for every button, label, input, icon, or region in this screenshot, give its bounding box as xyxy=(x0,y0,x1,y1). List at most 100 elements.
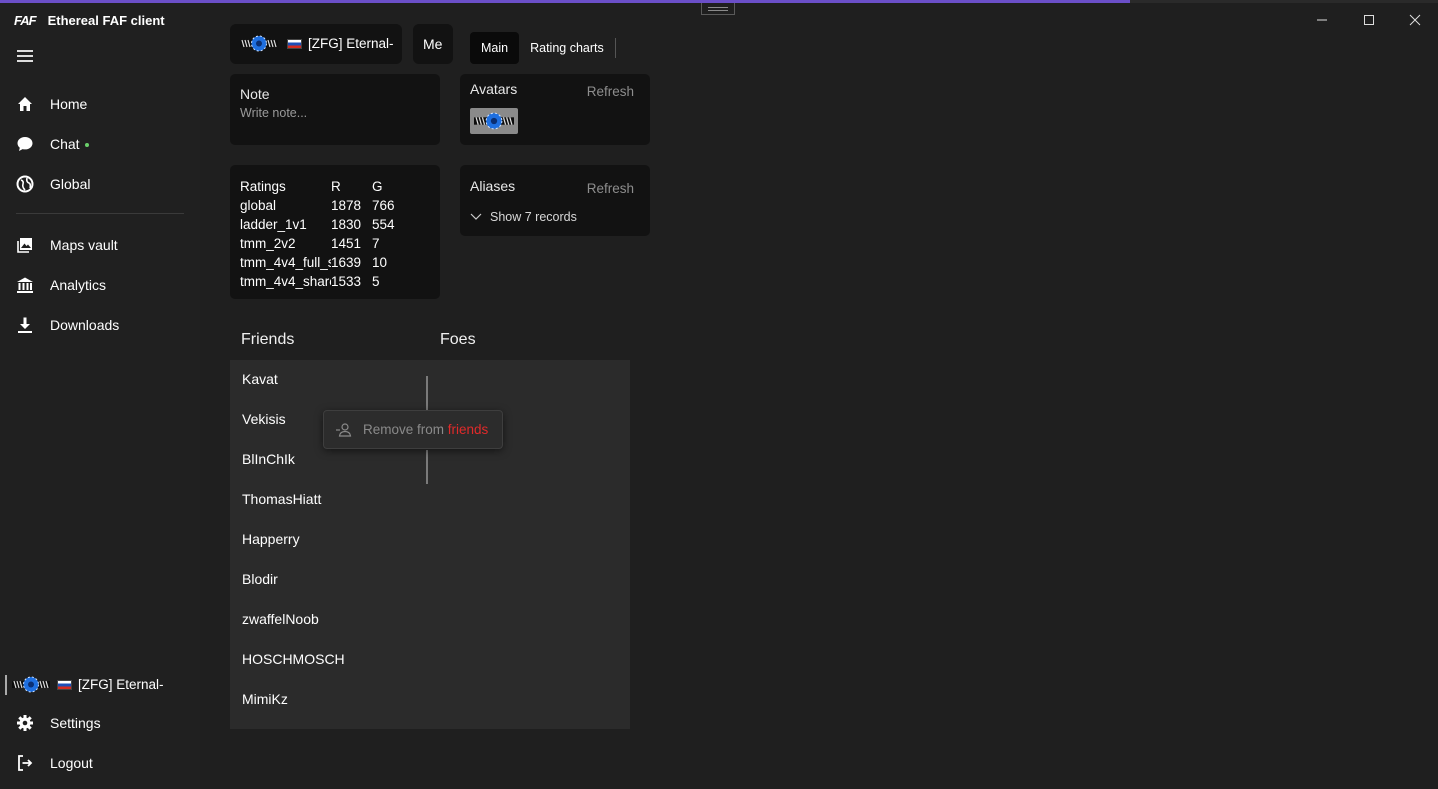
rating-value: 1533 xyxy=(331,274,362,289)
rating-r-header: R xyxy=(331,179,341,194)
list-item[interactable]: MimiKz xyxy=(242,691,288,707)
player-avatar-icon xyxy=(12,676,50,693)
russia-flag-icon xyxy=(57,680,72,690)
sidebar-item-downloads[interactable]: Downloads xyxy=(0,307,200,343)
note-input[interactable] xyxy=(240,106,420,120)
player-name: [ZFG] Eternal- xyxy=(308,36,394,51)
games-count: 10 xyxy=(372,255,388,270)
chat-icon xyxy=(16,135,34,153)
sidebar-current-user[interactable]: [ZFG] Eternal- xyxy=(0,671,200,699)
games-count: 554 xyxy=(372,217,395,232)
remove-from-friends-button[interactable]: Remove from friends xyxy=(363,422,488,437)
show-records-toggle[interactable]: Show 7 records xyxy=(470,210,577,224)
list-item[interactable]: HOSCHMOSCH xyxy=(242,651,345,667)
sidebar-item-chat[interactable]: Chat xyxy=(0,126,200,162)
note-title: Note xyxy=(240,86,270,102)
tab-rating-charts[interactable]: Rating charts xyxy=(519,32,615,64)
globe-icon xyxy=(16,175,34,193)
list-item[interactable]: Happerry xyxy=(242,531,300,547)
list-item[interactable]: Kavat xyxy=(242,371,278,387)
gear-icon xyxy=(16,714,34,732)
table-row: global 1878 766 xyxy=(240,196,412,215)
panel-divider xyxy=(426,376,428,410)
list-item[interactable]: ThomasHiatt xyxy=(242,491,321,507)
sidebar-item-label: Logout xyxy=(50,755,93,771)
maximize-icon[interactable] xyxy=(1357,8,1381,32)
rating-type: ladder_1v1 xyxy=(240,217,307,232)
drag-handle-icon[interactable] xyxy=(701,3,735,15)
sidebar: FAF Ethereal FAF client Home Chat Global… xyxy=(0,3,200,789)
me-label: Me xyxy=(423,36,443,52)
context-menu-highlight: friends xyxy=(447,422,489,437)
games-count: 5 xyxy=(372,274,380,289)
sidebar-item-logout[interactable]: Logout xyxy=(0,745,200,781)
table-row: tmm_4v4_full_s 1639 10 xyxy=(240,253,412,272)
me-button[interactable]: Me xyxy=(413,24,453,64)
aliases-refresh-button[interactable]: Refresh xyxy=(587,181,634,196)
panel-divider xyxy=(426,450,428,484)
minimize-icon[interactable] xyxy=(1310,8,1334,32)
ratings-header-row: Ratings R G xyxy=(240,177,412,196)
list-item[interactable]: Vekisis xyxy=(242,411,286,427)
sidebar-item-label: Chat xyxy=(50,136,80,152)
image-icon xyxy=(16,236,34,254)
current-user-name: [ZFG] Eternal- xyxy=(78,677,164,692)
home-icon xyxy=(16,95,34,113)
sidebar-item-label: Settings xyxy=(50,715,101,731)
table-row: tmm_4v4_share 1533 5 xyxy=(240,272,412,291)
remove-user-icon xyxy=(336,423,352,437)
avatar-option[interactable] xyxy=(470,108,518,134)
online-indicator xyxy=(84,143,89,148)
player-chip[interactable]: [ZFG] Eternal- xyxy=(230,24,402,64)
foes-title: Foes xyxy=(440,331,476,348)
avatars-refresh-button[interactable]: Refresh xyxy=(587,84,634,99)
tab-separator xyxy=(614,38,616,58)
tab-main[interactable]: Main xyxy=(470,32,520,64)
sidebar-item-maps-vault[interactable]: Maps vault xyxy=(0,227,200,263)
rating-type: tmm_4v4_share xyxy=(240,274,331,289)
ratings-header: Ratings xyxy=(240,179,286,194)
list-item[interactable]: zwaffelNoob xyxy=(242,611,319,627)
avatars-card: Avatars Refresh xyxy=(460,74,650,145)
rating-type: tmm_4v4_full_s xyxy=(240,255,331,270)
friends-title: Friends xyxy=(241,331,295,348)
logout-icon xyxy=(16,754,34,772)
rating-g-header: G xyxy=(372,179,383,194)
list-item[interactable]: BlInChIk xyxy=(242,451,295,467)
avatars-title: Avatars xyxy=(470,81,518,97)
list-item[interactable]: Blodir xyxy=(242,571,278,587)
sidebar-item-home[interactable]: Home xyxy=(0,86,200,122)
russia-flag-icon xyxy=(287,39,302,49)
profile-tabs: Main Rating charts xyxy=(470,32,616,64)
rating-value: 1639 xyxy=(331,255,362,270)
brand: FAF Ethereal FAF client xyxy=(14,13,165,28)
ratings-table: Ratings R G global 1878 766 ladder_1v1 1… xyxy=(240,177,412,291)
close-icon[interactable] xyxy=(1403,8,1427,32)
sidebar-item-analytics[interactable]: Analytics xyxy=(0,267,200,303)
sidebar-item-label: Downloads xyxy=(50,317,120,333)
faf-logo-icon: FAF xyxy=(14,13,37,28)
note-card: Note xyxy=(230,74,440,145)
rating-type: tmm_2v2 xyxy=(240,236,296,251)
ratings-card: Ratings R G global 1878 766 ladder_1v1 1… xyxy=(230,165,440,299)
context-menu: Remove from friends xyxy=(323,410,503,449)
sidebar-item-settings[interactable]: Settings xyxy=(0,705,200,741)
sidebar-item-global[interactable]: Global xyxy=(0,166,200,202)
player-avatar-icon xyxy=(240,35,278,52)
selection-indicator xyxy=(5,675,7,695)
rating-type: global xyxy=(240,198,277,213)
menu-icon[interactable] xyxy=(17,50,33,62)
sidebar-item-label: Home xyxy=(50,96,88,112)
sidebar-item-label: Maps vault xyxy=(50,237,118,253)
sidebar-item-label: Global xyxy=(50,176,91,192)
rating-value: 1451 xyxy=(331,236,362,251)
context-menu-label: Remove from xyxy=(363,422,448,437)
table-row: tmm_2v2 1451 7 xyxy=(240,234,412,253)
table-row: ladder_1v1 1830 554 xyxy=(240,215,412,234)
games-count: 7 xyxy=(372,236,380,251)
games-count: 766 xyxy=(372,198,395,213)
sidebar-item-label: Analytics xyxy=(50,277,107,293)
app-title: Ethereal FAF client xyxy=(47,13,165,28)
rating-value: 1830 xyxy=(331,217,362,232)
window-accent-bar-gap xyxy=(1130,0,1438,3)
